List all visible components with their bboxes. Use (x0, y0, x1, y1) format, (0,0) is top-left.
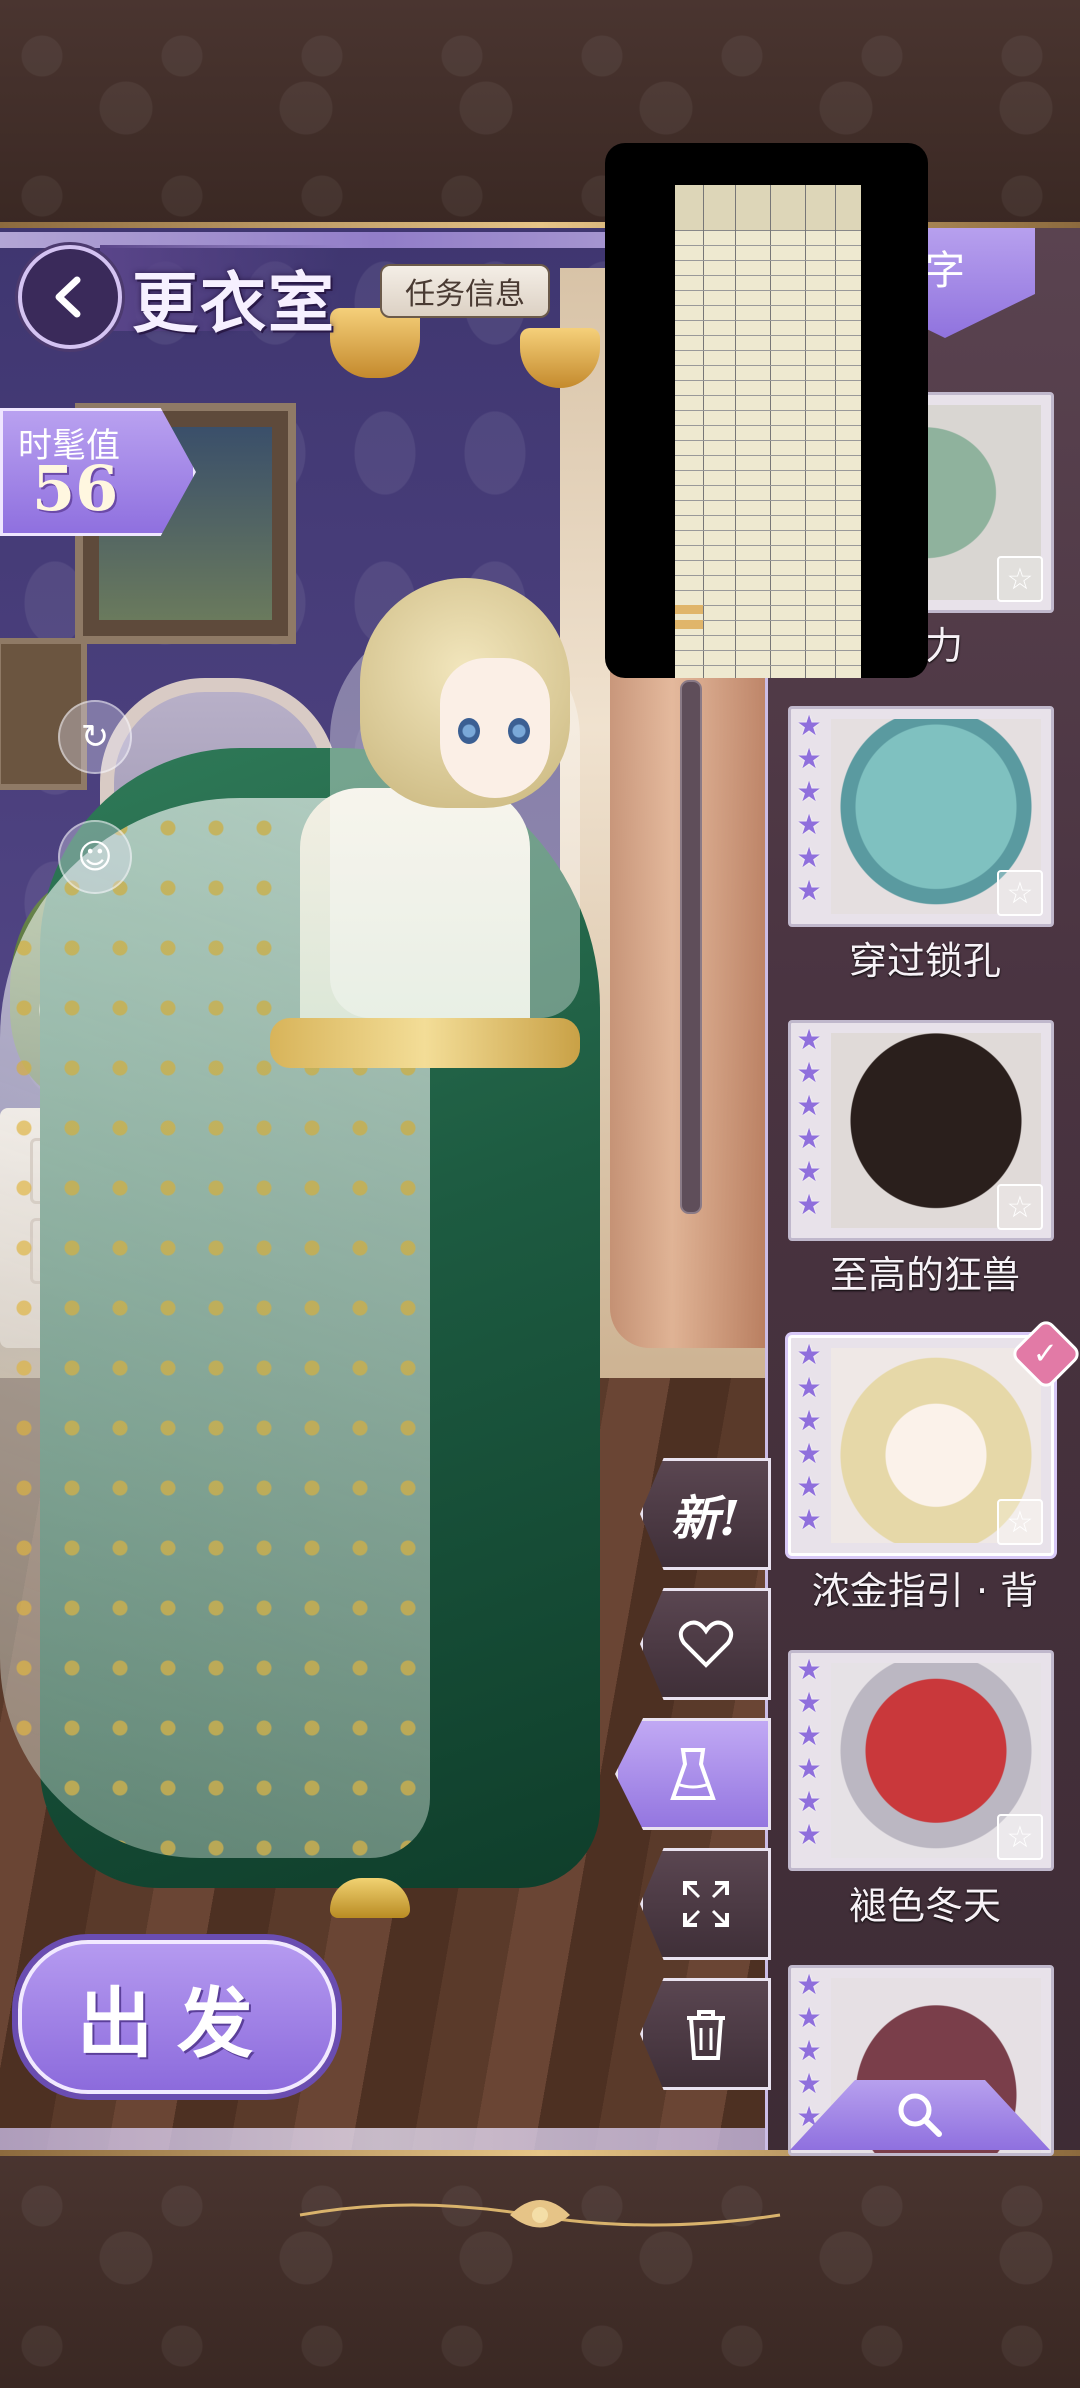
hair-item-card[interactable]: ★ ★ ★ ★ ★ ★ ☆ (788, 1650, 1054, 1871)
rarity-stars: ★ ★ ★ ★ ★ ★ (796, 709, 822, 907)
floating-reference-overlay[interactable] (605, 143, 928, 678)
rotate-button[interactable]: ↻ (58, 700, 132, 774)
favorite-star-icon[interactable]: ☆ (997, 556, 1043, 602)
panel-sort-label: 字 (925, 248, 965, 294)
back-button[interactable] (18, 245, 122, 349)
trash-icon (686, 2010, 725, 2060)
item-name: 至高的狂兽 (829, 1253, 1020, 1297)
gold-ornament-icon (299, 2200, 781, 2228)
favorites-button[interactable] (640, 1588, 771, 1700)
favorite-star-icon[interactable]: ☆ (997, 1184, 1043, 1230)
favorite-star-icon[interactable]: ☆ (997, 1814, 1043, 1860)
page-title: 更衣室 (132, 264, 336, 342)
clear-outfit-button[interactable] (640, 1978, 771, 2090)
scrollbar[interactable] (680, 680, 702, 1214)
outfit-button[interactable] (615, 1718, 771, 1830)
favorite-star-icon[interactable]: ☆ (997, 1499, 1043, 1545)
character-sash (270, 1018, 580, 1068)
rarity-stars: ★ ★ ★ ★ ★ ★ (796, 1023, 822, 1221)
item-name: 褪色冬天 (848, 1884, 1001, 1928)
new-label: 新! (670, 1491, 741, 1547)
hair-item-card-selected[interactable]: ★ ★ ★ ★ ★ ★ ☆ (788, 1335, 1054, 1556)
depart-button[interactable]: 出发 (18, 1940, 336, 2094)
hair-item-card[interactable]: ★ ★ ★ ★ ★ ★ ☆ (788, 706, 1054, 927)
vine-border (0, 2128, 765, 2150)
expand-icon (682, 1881, 729, 1927)
item-name: 浓金指引 · 背 (811, 1569, 1039, 1613)
wall-lamp (330, 308, 420, 378)
dress-icon (670, 1748, 716, 1800)
fashion-value-number: 56 (32, 452, 119, 525)
rarity-stars: ★ ★ ★ ★ ★ ★ (796, 1653, 822, 1851)
chevron-left-icon (55, 276, 81, 318)
person-icon: ☺ (77, 837, 113, 877)
task-info-button[interactable]: 任务信息 (380, 264, 550, 318)
hair-item-card[interactable]: ★ ★ ★ ★ ★ ★ ☆ (788, 1020, 1054, 1241)
character-head (360, 578, 570, 868)
rarity-stars: ★ ★ ★ ★ ★ ★ (796, 1338, 822, 1536)
item-name: 穿过锁孔 (848, 939, 1001, 983)
search-icon (898, 2093, 942, 2137)
rotate-icon: ↻ (80, 717, 110, 757)
fullscreen-button[interactable] (640, 1848, 771, 1960)
reference-table-image (675, 185, 861, 678)
depart-label: 出发 (77, 1979, 277, 2068)
pose-button[interactable]: ☺ (58, 820, 132, 894)
new-filter-button[interactable]: 新! (640, 1458, 771, 1570)
favorite-star-icon[interactable]: ☆ (997, 870, 1043, 916)
heart-icon (678, 1620, 733, 1668)
